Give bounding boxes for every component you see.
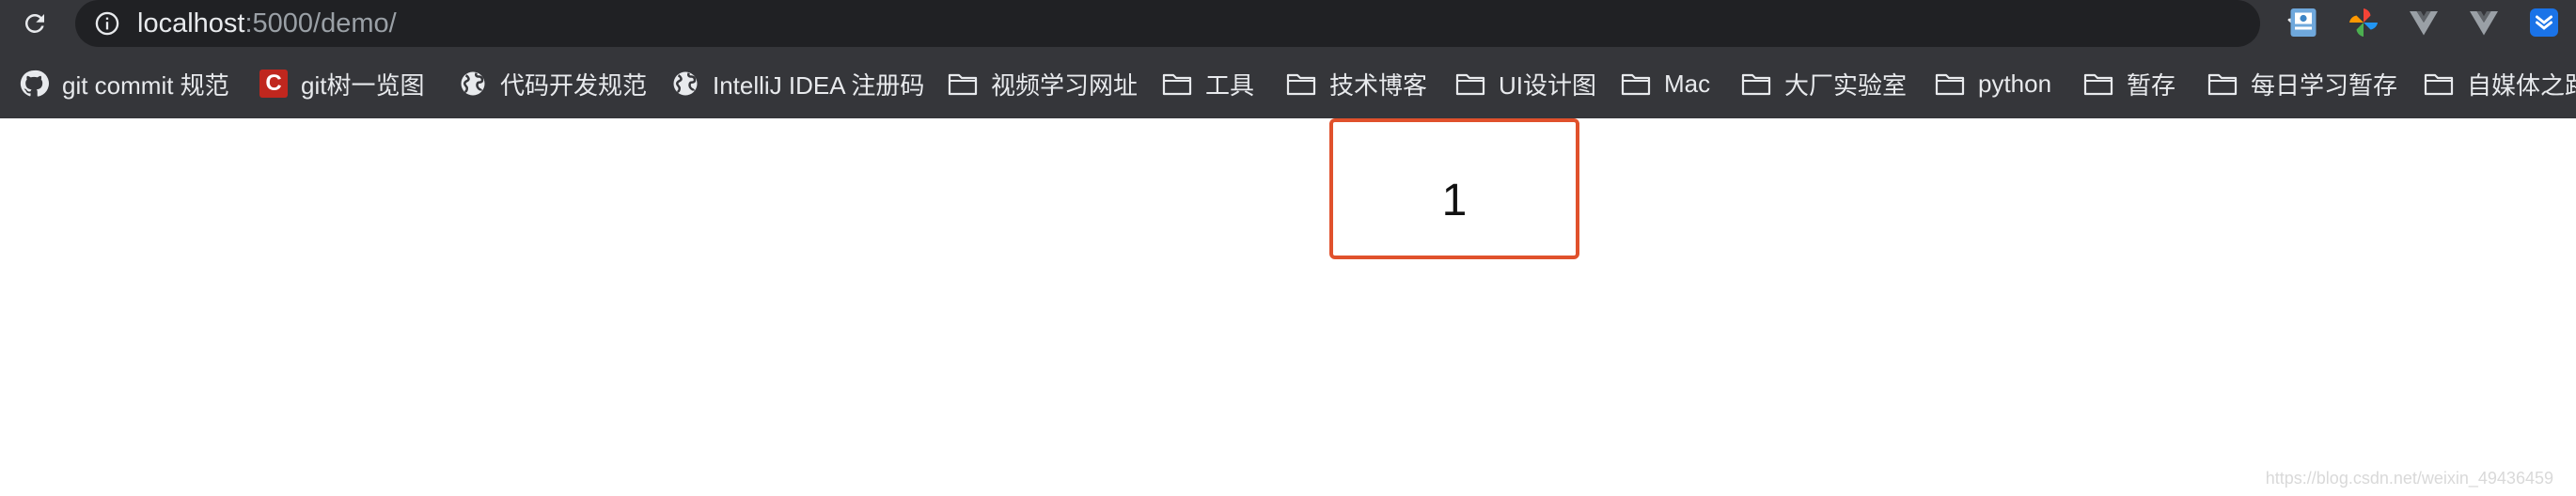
bookmarks-bar: git commit 规范 C git树一览图 代码开发规范 IntelliJ … [0, 49, 2576, 118]
url-host: localhost [137, 8, 245, 39]
extension-pinwheel-icon[interactable] [2347, 6, 2380, 39]
bookmark-folder-mac[interactable]: Mac [1621, 65, 1710, 102]
folder-icon [2424, 73, 2454, 96]
folder-icon [1162, 73, 1192, 96]
demo-box-value: 1 [1441, 175, 1468, 225]
bookmark-label: 大厂实验室 [1784, 70, 1908, 100]
bookmark-folder-ui-design[interactable]: UI设计图 [1455, 65, 1596, 102]
reload-icon [24, 13, 44, 33]
c-logo-icon: C [259, 70, 288, 98]
bookmark-label: Mac [1664, 69, 1711, 98]
bookmark-label: python [1978, 69, 2052, 98]
folder-icon [2207, 73, 2238, 96]
bookmark-label: 代码开发规范 [500, 70, 648, 100]
bookmark-label: 技术博客 [1329, 70, 1428, 100]
folder-icon [1621, 73, 1651, 96]
bookmark-folder-video[interactable]: 视频学习网址 [948, 65, 1138, 102]
globe-icon [673, 71, 698, 96]
folder-icon [948, 73, 978, 96]
extension-download-icon[interactable] [2527, 6, 2561, 39]
folder-icon [1286, 73, 1316, 96]
bookmark-folder-python[interactable]: python [1935, 65, 2051, 102]
bookmark-folder-daily-study[interactable]: 每日学习暂存 [2207, 65, 2397, 102]
reload-button[interactable] [17, 6, 53, 41]
page-content: 1 https://blog.csdn.net/weixin_49436459 [0, 118, 2576, 496]
bookmark-folder-temp[interactable]: 暂存 [2083, 65, 2175, 102]
address-bar[interactable]: localhost:5000/demo/ [75, 0, 2316, 47]
bookmark-intellij-key[interactable]: IntelliJ IDEA 注册码 [671, 65, 924, 102]
url-path: :5000/demo/ [244, 8, 397, 39]
folder-icon [1935, 73, 1965, 96]
extension-vue-icon[interactable] [2467, 6, 2501, 39]
watermark: https://blog.csdn.net/weixin_49436459 [2265, 469, 2553, 488]
bookmark-label: git树一览图 [301, 70, 425, 100]
github-icon [20, 70, 49, 97]
extension-vue-devtools-icon[interactable] [2407, 6, 2441, 39]
bookmark-code-standards[interactable]: 代码开发规范 [459, 65, 647, 102]
browser-toolbar: localhost:5000/demo/ [0, 0, 2576, 49]
bookmark-label: 自媒体之路 [2467, 70, 2576, 100]
extension-translate-icon[interactable] [2286, 6, 2320, 39]
bookmark-label: 工具 [1205, 70, 1255, 100]
bookmark-label: git commit 规范 [62, 70, 229, 100]
bookmark-label: 视频学习网址 [991, 70, 1139, 100]
site-info-icon[interactable] [94, 10, 120, 37]
folder-icon [2083, 73, 2113, 96]
browser-window: localhost:5000/demo/ git commit 规范 C git… [0, 0, 2576, 496]
bookmark-label: 暂存 [2127, 70, 2176, 100]
folder-icon [1741, 73, 1771, 96]
bookmark-folder-tools[interactable]: 工具 [1162, 65, 1254, 102]
bookmark-label: IntelliJ IDEA 注册码 [713, 70, 925, 100]
demo-box: 1 [1329, 118, 1579, 259]
url-text[interactable]: localhost:5000/demo/ [137, 8, 397, 39]
bookmark-folder-self-media[interactable]: 自媒体之路 [2424, 65, 2576, 102]
bookmark-folder-big-labs[interactable]: 大厂实验室 [1741, 65, 1907, 102]
globe-icon [461, 71, 485, 96]
bookmark-label: 每日学习暂存 [2251, 70, 2398, 100]
bookmark-git-tree[interactable]: C git树一览图 [259, 65, 424, 102]
bookmark-folder-tech-blog[interactable]: 技术博客 [1286, 65, 1427, 102]
folder-icon [1455, 73, 1485, 96]
bookmark-git-commit[interactable]: git commit 规范 [19, 65, 229, 102]
bookmark-label: UI设计图 [1499, 70, 1597, 100]
